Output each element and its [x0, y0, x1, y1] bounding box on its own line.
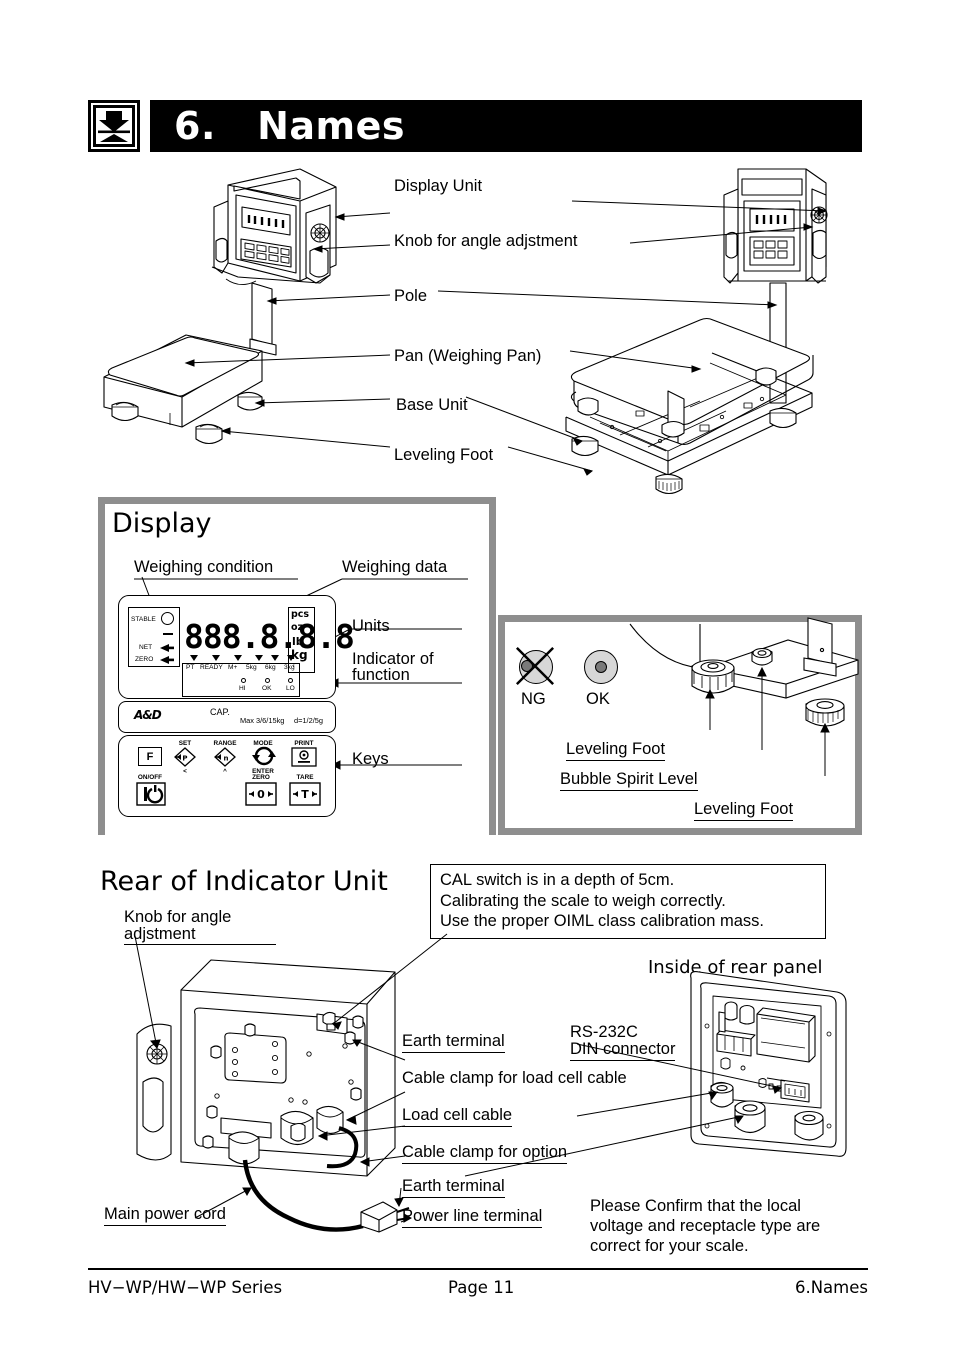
comparator-label-ok: OK [262, 685, 272, 692]
label-cable-clamp-load-cell: Cable clamp for load cell cable [402, 1069, 627, 1087]
unit-lb: lb [292, 635, 304, 648]
key-print[interactable] [291, 747, 317, 767]
manual-page: 6. Names Display Unit Knob for angle adj… [0, 0, 954, 1351]
key-f[interactable]: F [138, 747, 162, 766]
label-din-connector: DIN connector [570, 1040, 676, 1062]
cap-label: CAP. [210, 707, 230, 717]
marker-triangle [255, 655, 263, 661]
cal-switch-note: CAL switch is in a depth of 5cm. Calibra… [430, 864, 826, 939]
footer-center: Page 11 [448, 1278, 515, 1297]
display-unit-right-drawing [723, 168, 828, 284]
flag-zero: ZERO [135, 656, 154, 663]
weighing-data-digits: 888.8.8.8 [184, 617, 355, 656]
footer-right: 6.Names [794, 1278, 868, 1297]
indicator-face: STABLE NET ZERO 888.8.8.8 pcs oz lb kg /… [118, 595, 355, 817]
key-set[interactable]: P [174, 747, 196, 767]
label-ok: OK [586, 690, 610, 708]
division-value: d=1/2/5g [294, 716, 323, 725]
stable-lamp [161, 612, 174, 625]
footer: HV−WP/HW−WP Series Page 11 6.Names [88, 1278, 868, 1302]
din-connector [780, 1079, 810, 1103]
label-leveling-foot-left: Leveling Foot [566, 740, 666, 762]
inside-rear-panel-drawing [690, 971, 847, 1157]
key-zero[interactable]: 0 [245, 782, 277, 806]
label-bubble-spirit-level: Bubble Spirit Level [560, 770, 698, 792]
unit-oz: oz [291, 622, 304, 633]
comparator-label-hi: HI [239, 685, 246, 692]
label-base-unit: Base Unit [396, 396, 468, 414]
flag-net: NET [139, 644, 153, 651]
label-cable-clamp-option: Cable clamp for option [402, 1143, 568, 1165]
marker-label-3kg: 3kg [284, 664, 295, 671]
label-leveling-foot-overview: Leveling Foot [394, 446, 494, 464]
unit-pcs: pcs [291, 609, 310, 620]
marker-triangle [190, 655, 198, 661]
svg-text:P: P [182, 755, 187, 763]
marker-label-pt: PT [186, 664, 195, 671]
marker-label-ready: READY [200, 664, 223, 671]
key-label-tare: TARE [296, 774, 314, 781]
base-unit-left-drawing [103, 334, 263, 445]
label-load-cell-cable: Load cell cable [402, 1106, 513, 1128]
marker-triangle [234, 655, 242, 661]
pole-left-drawing [249, 282, 277, 356]
label-ng: NG [521, 690, 546, 708]
key-range[interactable]: n [214, 747, 236, 767]
label-leveling-foot-right: Leveling Foot [694, 800, 794, 822]
footer-rule [88, 1268, 868, 1270]
key-tare[interactable]: T [289, 782, 321, 806]
weight-scale-icon [88, 100, 140, 152]
minus-indicator [163, 633, 173, 635]
mode-cycle-icon[interactable] [252, 745, 276, 767]
comparator-label-lo: LO [286, 685, 295, 692]
marker-label-5kg: 5kg [246, 664, 257, 671]
key-label-zero: ZERO [252, 774, 270, 781]
key-onoff[interactable] [136, 782, 166, 806]
label-main-power-cord: Main power cord [104, 1205, 226, 1227]
marker-triangle [287, 655, 295, 661]
page-title: 6. Names [174, 104, 405, 148]
flag-stable: STABLE [131, 616, 156, 623]
brand-logo: A&D [134, 708, 162, 722]
platform-assembly-drawing [565, 317, 814, 495]
label-pole: Pole [394, 287, 428, 305]
flag-arrows [160, 644, 174, 664]
key-sublabel-up: ^ [223, 768, 227, 775]
marker-label-mplus: M+ [228, 664, 238, 671]
label-display-unit: Display Unit [394, 177, 483, 195]
section-header: 6. Names [88, 100, 862, 152]
key-label-onoff: ON/OFF [137, 774, 163, 781]
label-earth-terminal-lower: Earth terminal [402, 1177, 505, 1199]
rear-section-heading: Rear of Indicator Unit [100, 866, 388, 897]
cross-out-icon [515, 646, 555, 686]
svg-text:n: n [224, 755, 229, 763]
label-knob-angle-adjustment: Knob for angle adjstment [394, 232, 578, 250]
label-pan: Pan (Weighing Pan) [394, 347, 542, 365]
svg-text:0: 0 [257, 788, 265, 801]
key-sublabel-left: < [183, 768, 187, 775]
marker-triangle [212, 655, 220, 661]
svg-text:T: T [301, 788, 309, 801]
marker-label-6kg: 6kg [265, 664, 276, 671]
weight-scale-icon-glyph [93, 105, 135, 147]
display-unit-left-drawing [211, 168, 337, 285]
voltage-confirm-note: Please Confirm that the local voltage an… [590, 1197, 821, 1256]
label-earth-terminal-upper: Earth terminal [402, 1032, 505, 1054]
label-power-line-terminal: Power line terminal [402, 1207, 543, 1229]
footer-left: HV−WP/HW−WP Series [88, 1278, 283, 1297]
capacity-value: Max 3/6/15kg [240, 716, 285, 725]
marker-triangle [271, 655, 279, 661]
